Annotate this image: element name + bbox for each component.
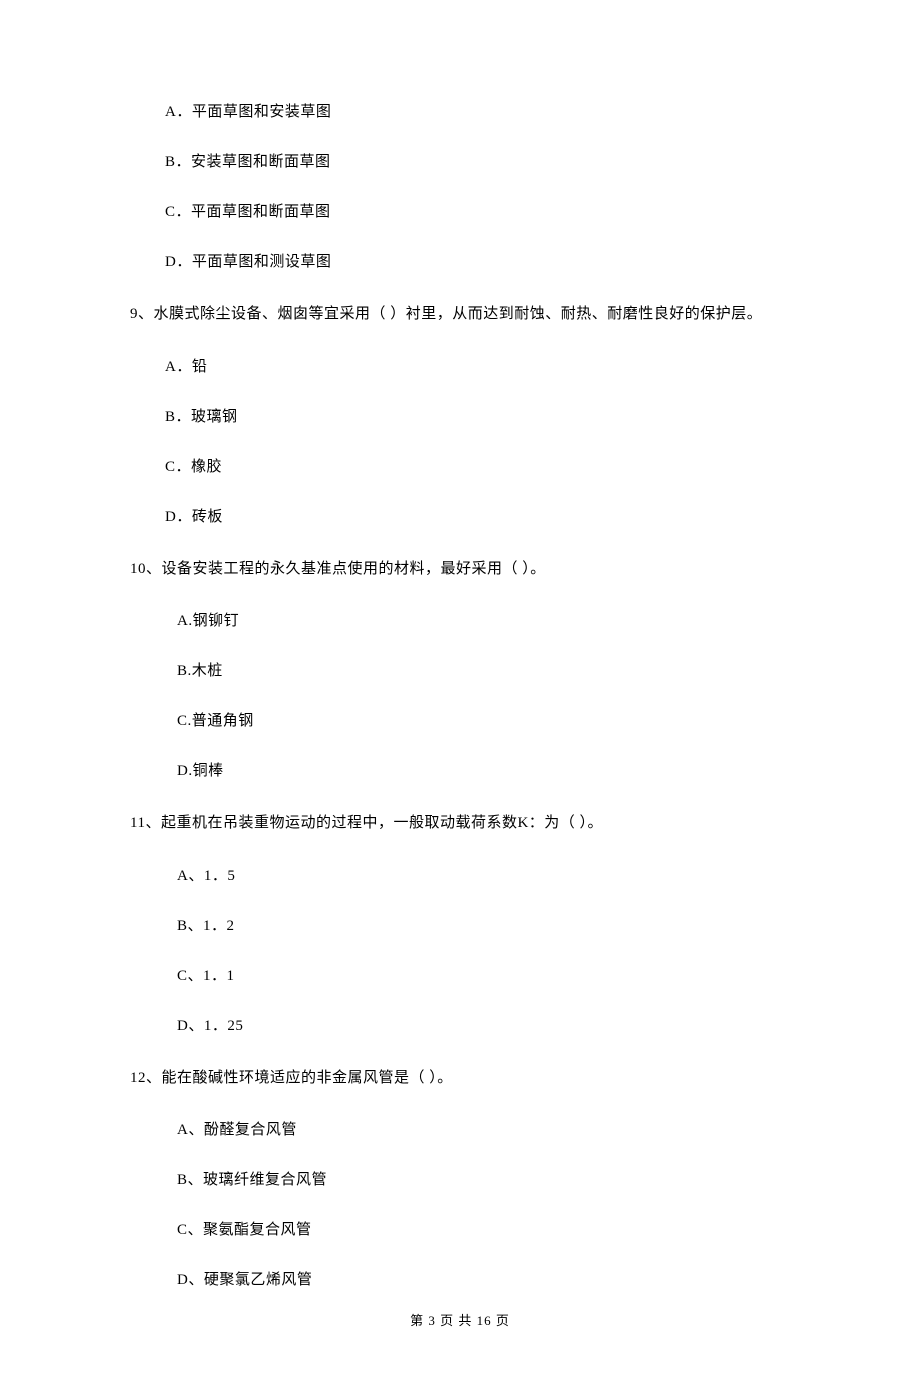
- option-9-c: C．橡胶: [165, 455, 790, 479]
- option-10-a: A.钢铆钉: [177, 609, 790, 633]
- option-8-b: B．安装草图和断面草图: [165, 150, 790, 174]
- question-9-text: 9、水膜式除尘设备、烟囱等宜采用（ ）衬里，从而达到耐蚀、耐热、耐磨性良好的保护…: [130, 300, 790, 329]
- option-9-b: B．玻璃钢: [165, 405, 790, 429]
- option-10-b: B.木桩: [177, 659, 790, 683]
- option-10-d: D.铜棒: [177, 759, 790, 783]
- question-12: 12、能在酸碱性环境适应的非金属风管是（ ）。 A、酚醛复合风管 B、玻璃纤维复…: [130, 1064, 790, 1293]
- question-11: 11、起重机在吊装重物运动的过程中，一般取动载荷系数K：为（ ）。 A、1．5 …: [130, 809, 790, 1038]
- option-11-d: D、1．25: [177, 1014, 790, 1038]
- option-8-d: D．平面草图和测设草图: [165, 250, 790, 274]
- option-11-a: A、1．5: [177, 864, 790, 888]
- option-8-c: C．平面草图和断面草图: [165, 200, 790, 224]
- option-9-d: D．砖板: [165, 505, 790, 529]
- option-11-c: C、1．1: [177, 964, 790, 988]
- option-12-d: D、硬聚氯乙烯风管: [177, 1268, 790, 1292]
- question-9: 9、水膜式除尘设备、烟囱等宜采用（ ）衬里，从而达到耐蚀、耐热、耐磨性良好的保护…: [130, 300, 790, 529]
- option-8-a: A．平面草图和安装草图: [165, 100, 790, 124]
- page-content: A．平面草图和安装草图 B．安装草图和断面草图 C．平面草图和断面草图 D．平面…: [0, 0, 920, 1378]
- question-12-text: 12、能在酸碱性环境适应的非金属风管是（ ）。: [130, 1064, 790, 1093]
- option-10-c: C.普通角钢: [177, 709, 790, 733]
- question-11-text: 11、起重机在吊装重物运动的过程中，一般取动载荷系数K：为（ ）。: [130, 809, 790, 838]
- question-10: 10、设备安装工程的永久基准点使用的材料，最好采用（ ）。 A.钢铆钉 B.木桩…: [130, 555, 790, 784]
- option-12-a: A、酚醛复合风管: [177, 1118, 790, 1142]
- question-8-options: A．平面草图和安装草图 B．安装草图和断面草图 C．平面草图和断面草图 D．平面…: [130, 100, 790, 274]
- option-12-c: C、聚氨酯复合风管: [177, 1218, 790, 1242]
- page-footer: 第 3 页 共 16 页: [0, 1311, 920, 1332]
- question-10-text: 10、设备安装工程的永久基准点使用的材料，最好采用（ ）。: [130, 555, 790, 584]
- option-9-a: A．铅: [165, 355, 790, 379]
- option-11-b: B、1．2: [177, 914, 790, 938]
- option-12-b: B、玻璃纤维复合风管: [177, 1168, 790, 1192]
